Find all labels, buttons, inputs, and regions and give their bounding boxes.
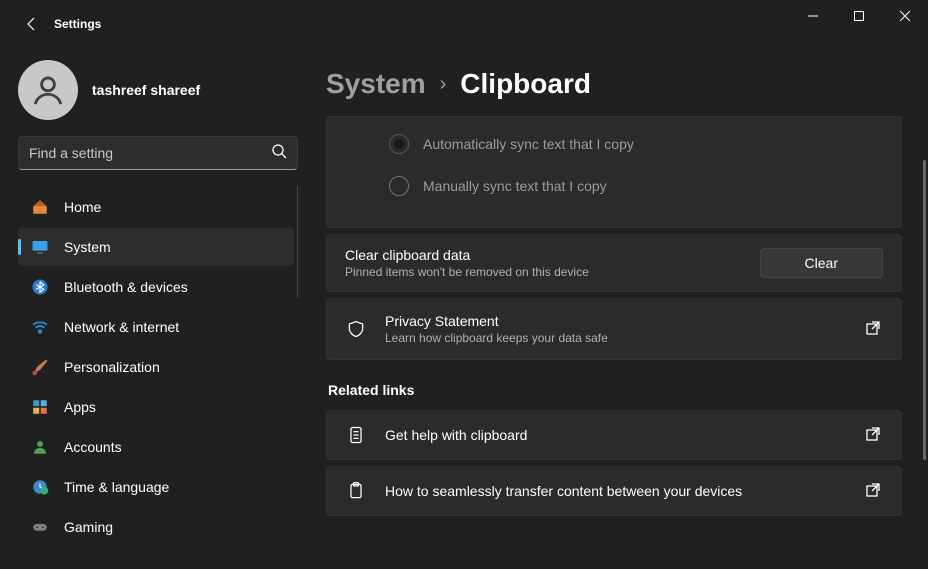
sidebar: tashreef shareef Home System (0, 48, 300, 569)
howto-transfer-card[interactable]: How to seamlessly transfer content betwe… (326, 466, 902, 516)
maximize-button[interactable] (836, 0, 882, 32)
gamepad-icon (30, 517, 50, 537)
window-controls (790, 0, 928, 32)
get-help-card[interactable]: Get help with clipboard (326, 410, 902, 460)
back-button[interactable] (18, 10, 46, 38)
shield-icon (345, 319, 367, 339)
sync-option-label: Automatically sync text that I copy (423, 136, 634, 152)
sidebar-item-system[interactable]: System (18, 228, 294, 266)
sidebar-item-label: Personalization (64, 359, 160, 375)
close-button[interactable] (882, 0, 928, 32)
privacy-subtitle: Learn how clipboard keeps your data safe (385, 331, 847, 345)
search-box[interactable] (18, 136, 298, 170)
sidebar-item-apps[interactable]: Apps (18, 388, 294, 426)
sync-options-card: Automatically sync text that I copy Manu… (326, 116, 902, 228)
howto-title: How to seamlessly transfer content betwe… (385, 483, 847, 499)
minimize-button[interactable] (790, 0, 836, 32)
external-link-icon (865, 320, 883, 338)
apps-icon (30, 397, 50, 417)
chevron-right-icon: › (440, 73, 447, 96)
sidebar-item-label: System (64, 239, 111, 255)
external-link-icon (865, 426, 883, 444)
clear-button[interactable]: Clear (760, 248, 883, 278)
user-profile[interactable]: tashreef shareef (18, 60, 300, 120)
titlebar: Settings (0, 0, 928, 48)
privacy-statement-card[interactable]: Privacy Statement Learn how clipboard ke… (326, 298, 902, 360)
search-icon (271, 143, 287, 164)
breadcrumb: System › Clipboard (326, 68, 902, 100)
get-help-title: Get help with clipboard (385, 427, 847, 443)
accounts-icon (30, 437, 50, 457)
sidebar-item-home[interactable]: Home (18, 188, 294, 226)
avatar (18, 60, 78, 120)
search-input[interactable] (29, 145, 271, 161)
breadcrumb-parent[interactable]: System (326, 68, 426, 100)
privacy-title: Privacy Statement (385, 313, 847, 329)
clock-icon (30, 477, 50, 497)
nav-list: Home System Bluetooth & devices Network … (18, 188, 300, 546)
sidebar-item-label: Bluetooth & devices (64, 279, 188, 295)
clear-subtitle: Pinned items won't be removed on this de… (345, 265, 589, 279)
sidebar-item-label: Accounts (64, 439, 122, 455)
document-icon (345, 425, 367, 445)
app-title: Settings (54, 17, 101, 31)
sidebar-item-label: Time & language (64, 479, 169, 495)
radio-selected-icon[interactable] (389, 134, 409, 154)
related-links-heading: Related links (328, 382, 902, 398)
sidebar-item-bluetooth[interactable]: Bluetooth & devices (18, 268, 294, 306)
external-link-icon (865, 482, 883, 500)
clear-title: Clear clipboard data (345, 247, 589, 263)
user-name: tashreef shareef (92, 82, 200, 98)
radio-icon[interactable] (389, 176, 409, 196)
sidebar-item-time[interactable]: Time & language (18, 468, 294, 506)
home-icon (30, 197, 50, 217)
bluetooth-icon (30, 277, 50, 297)
sidebar-item-network[interactable]: Network & internet (18, 308, 294, 346)
wifi-icon (30, 317, 50, 337)
clear-clipboard-card: Clear clipboard data Pinned items won't … (326, 234, 902, 292)
sidebar-item-label: Network & internet (64, 319, 179, 335)
scrollbar[interactable] (923, 160, 926, 460)
system-icon (30, 237, 50, 257)
sidebar-item-accounts[interactable]: Accounts (18, 428, 294, 466)
nav-divider (297, 186, 298, 298)
content-area: System › Clipboard Automatically sync te… (300, 48, 928, 569)
breadcrumb-current: Clipboard (460, 68, 591, 100)
clipboard-icon (345, 481, 367, 501)
sync-option-label: Manually sync text that I copy (423, 178, 607, 194)
sidebar-item-label: Apps (64, 399, 96, 415)
brush-icon (30, 357, 50, 377)
sidebar-item-personalization[interactable]: Personalization (18, 348, 294, 386)
sidebar-item-gaming[interactable]: Gaming (18, 508, 294, 546)
sidebar-item-label: Gaming (64, 519, 113, 535)
sync-option-auto[interactable]: Automatically sync text that I copy (389, 123, 881, 165)
sidebar-item-label: Home (64, 199, 101, 215)
sync-option-manual[interactable]: Manually sync text that I copy (389, 165, 881, 207)
